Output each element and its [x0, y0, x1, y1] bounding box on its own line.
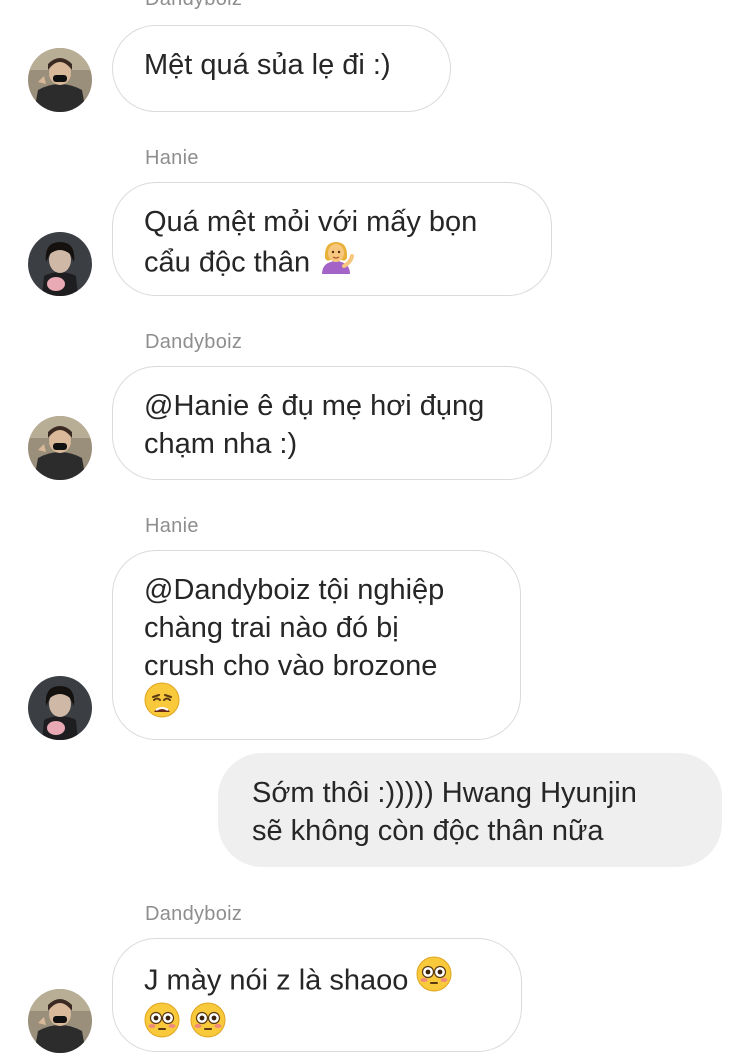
- flushed-face-icon: [144, 1002, 180, 1048]
- woman-tipping-hand-icon: [318, 238, 355, 284]
- message-bubble[interactable]: @Dandyboiz tội nghiệp chàng trai nào đó …: [112, 550, 521, 740]
- message-text: crush cho vào brozone: [144, 650, 438, 682]
- message-text: chàng trai nào đó bị: [144, 612, 399, 644]
- message-bubble[interactable]: @Hanie ê đụ mẹ hơi đụng chạm nha :): [112, 366, 552, 480]
- avatar-dandyboiz[interactable]: [28, 416, 92, 480]
- message-text: J mày nói z là shaoo: [144, 964, 417, 997]
- message-text: Quá mệt mỏi với mấy bọn: [144, 206, 478, 238]
- message-text: cẩu độc thân: [144, 246, 319, 279]
- sender-name: Dandyboiz: [145, 0, 242, 11]
- flushed-face-icon: [416, 956, 452, 1002]
- message-bubble-outgoing[interactable]: Sớm thôi :))))) Hwang Hyunjin sẽ không c…: [218, 753, 722, 867]
- flushed-face-icon: [190, 1002, 226, 1048]
- message-text: Mệt quá sủa lẹ đi :): [144, 49, 391, 81]
- avatar-dandyboiz[interactable]: [28, 48, 92, 112]
- message-bubble[interactable]: Mệt quá sủa lẹ đi :): [112, 25, 451, 112]
- weary-face-icon: [144, 682, 180, 728]
- message-text: sẽ không còn độc thân nữa: [252, 815, 604, 847]
- sender-name: Hanie: [145, 515, 199, 537]
- avatar-hanie[interactable]: [28, 676, 92, 740]
- message-bubble[interactable]: Quá mệt mỏi với mấy bọn cẩu độc thân: [112, 182, 552, 296]
- sender-name: Hanie: [145, 147, 199, 169]
- message-text: chạm nha :): [144, 428, 298, 460]
- sender-name: Dandyboiz: [145, 903, 243, 925]
- avatar-hanie[interactable]: [28, 232, 92, 296]
- message-bubble[interactable]: J mày nói z là shaoo: [112, 938, 522, 1052]
- sender-name: Dandyboiz: [145, 331, 243, 353]
- message-text: Sớm thôi :))))) Hwang Hyunjin: [252, 777, 637, 809]
- message-text: @Dandyboiz tội nghiệp: [144, 574, 445, 606]
- message-text: @Hanie ê đụ mẹ hơi đụng: [144, 390, 485, 422]
- avatar-dandyboiz[interactable]: [28, 989, 92, 1053]
